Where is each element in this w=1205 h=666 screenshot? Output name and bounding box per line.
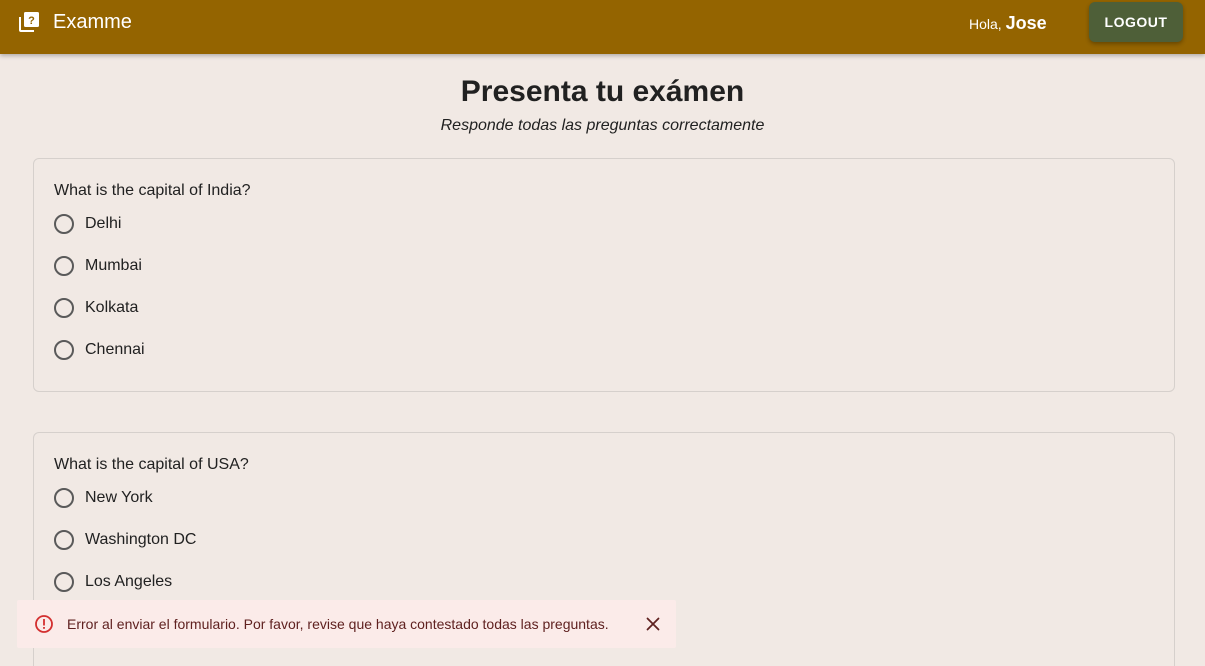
radio-button[interactable] xyxy=(54,214,74,234)
radio-button[interactable] xyxy=(54,340,74,360)
radio-button[interactable] xyxy=(54,530,74,550)
quiz-icon: ? xyxy=(18,11,40,33)
option-chennai[interactable]: Chennai xyxy=(54,339,145,361)
user-greeting: Hola, Jose xyxy=(969,12,1047,35)
svg-text:?: ? xyxy=(28,15,35,27)
option-new-york[interactable]: New York xyxy=(54,487,153,509)
page-subtitle: Responde todas las preguntas correctamen… xyxy=(440,117,765,134)
option-label: Los Angeles xyxy=(85,573,173,590)
option-delhi[interactable]: Delhi xyxy=(54,213,121,235)
option-label: Washington DC xyxy=(85,531,197,548)
alert-message: Error al enviar el formulario. Por favor… xyxy=(67,616,609,632)
option-kolkata[interactable]: Kolkata xyxy=(54,297,138,319)
option-label: Mumbai xyxy=(85,257,142,274)
radio-button[interactable] xyxy=(54,298,74,318)
greeting-prefix: Hola, xyxy=(969,16,1002,32)
radio-button[interactable] xyxy=(54,488,74,508)
question-text: What is the capital of India? xyxy=(54,182,251,199)
app-title: Examme xyxy=(53,11,132,33)
option-label: New York xyxy=(85,489,153,506)
error-alert: Error al enviar el formulario. Por favor… xyxy=(17,600,676,648)
radio-button[interactable] xyxy=(54,256,74,276)
question-card: What is the capital of India? Delhi Mumb… xyxy=(33,158,1175,392)
question-text: What is the capital of USA? xyxy=(54,456,249,473)
logout-button[interactable]: LOGOUT xyxy=(1089,2,1183,42)
close-icon xyxy=(644,617,662,636)
option-label: Kolkata xyxy=(85,299,139,316)
error-outline-icon xyxy=(34,614,54,634)
option-los-angeles[interactable]: Los Angeles xyxy=(54,571,172,593)
option-washington-dc[interactable]: Washington DC xyxy=(54,529,196,551)
app-bar: ? Examme Hola, Jose LOGOUT xyxy=(0,0,1205,54)
radio-button[interactable] xyxy=(54,572,74,592)
option-mumbai[interactable]: Mumbai xyxy=(54,255,142,277)
user-name: Jose xyxy=(1005,13,1047,33)
option-label: Delhi xyxy=(85,215,122,232)
close-alert-button[interactable] xyxy=(644,615,662,633)
option-label: Chennai xyxy=(85,341,145,358)
page-title: Presenta tu exámen xyxy=(460,75,745,108)
